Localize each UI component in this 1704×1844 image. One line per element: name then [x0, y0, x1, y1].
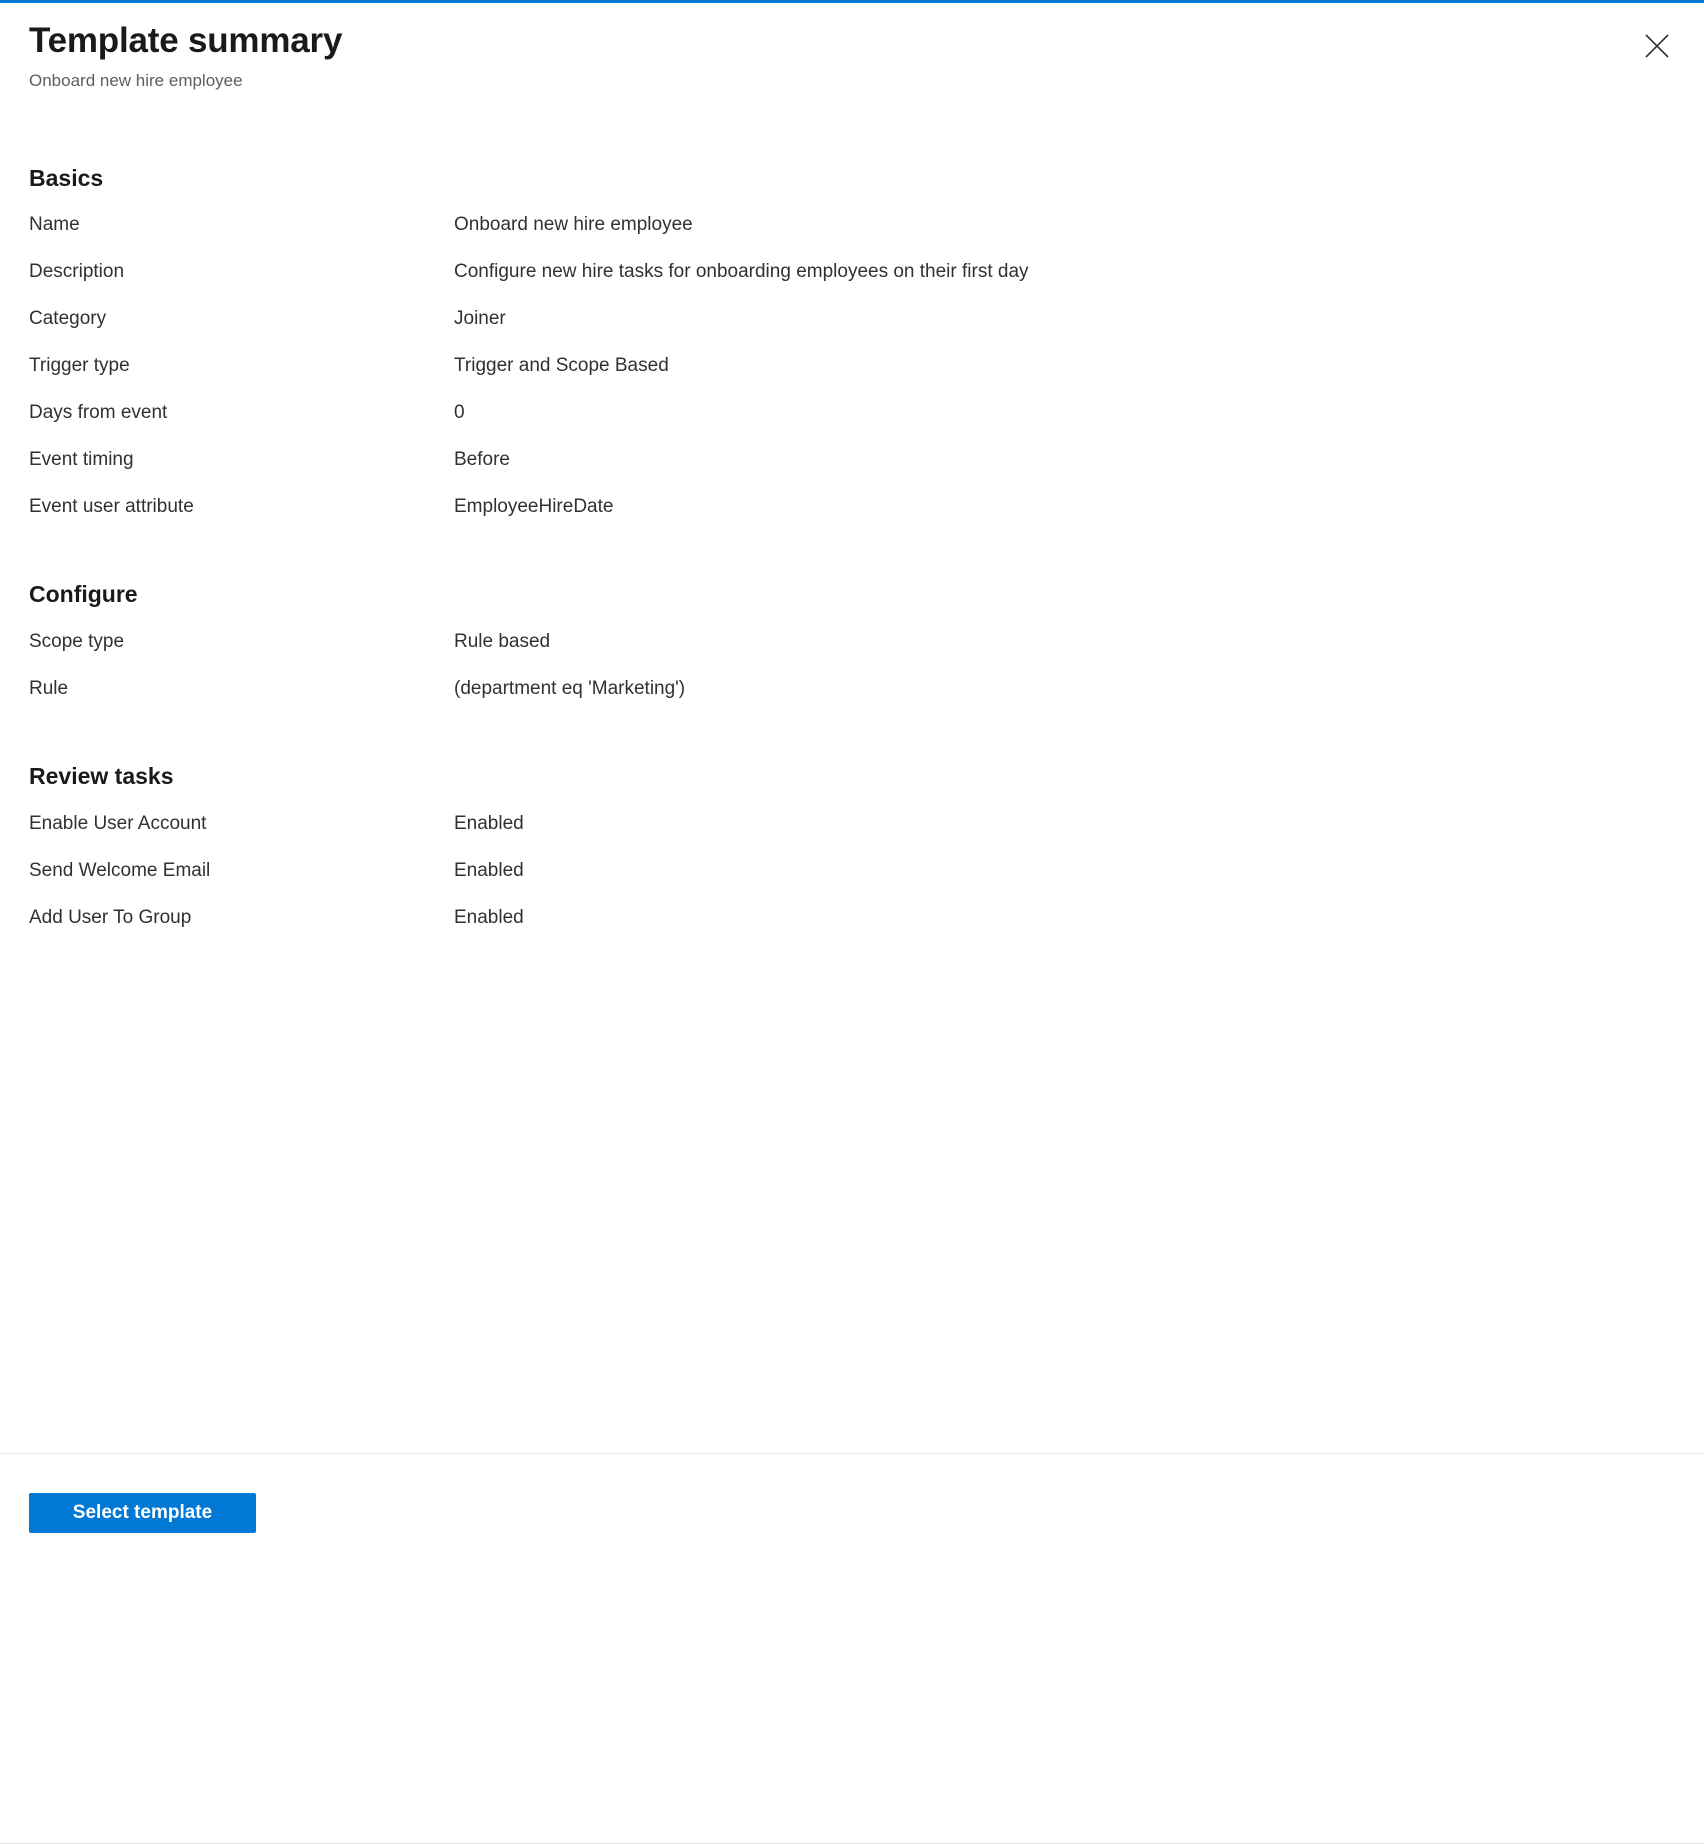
- status-badge: Enabled: [454, 860, 524, 881]
- section-heading-basics: Basics: [29, 165, 104, 191]
- panel-header: Template summary Onboard new hire employ…: [0, 3, 1704, 90]
- table-row: Add User To Group Enabled: [0, 905, 1704, 952]
- table-row: Scope type Rule based: [0, 629, 1704, 676]
- template-summary-panel: Template summary Onboard new hire employ…: [0, 3, 1704, 1453]
- panel-footer: Select template: [0, 1454, 1704, 1844]
- section-configure: Configure Scope type Rule based Rule (de…: [0, 579, 1704, 723]
- field-label: Days from event: [29, 402, 168, 423]
- table-row: Event user attribute EmployeeHireDate: [0, 494, 1704, 541]
- close-button[interactable]: [1638, 27, 1676, 65]
- field-label: Trigger type: [29, 355, 130, 376]
- status-badge: Enabled: [454, 907, 524, 928]
- field-value: EmployeeHireDate: [454, 496, 614, 517]
- field-value: Joiner: [454, 308, 506, 329]
- field-label: Event timing: [29, 449, 134, 470]
- table-row: Description Configure new hire tasks for…: [0, 259, 1704, 306]
- task-label: Send Welcome Email: [29, 860, 211, 881]
- field-label: Category: [29, 308, 107, 329]
- table-row: Days from event 0: [0, 400, 1704, 447]
- table-row: Name Onboard new hire employee: [0, 212, 1704, 259]
- field-label: Rule: [29, 678, 69, 699]
- field-value: Onboard new hire employee: [454, 214, 693, 235]
- field-value: Before: [454, 449, 510, 470]
- section-review-tasks: Review tasks Enable User Account Enabled…: [0, 761, 1704, 952]
- header-text-block: Template summary Onboard new hire employ…: [29, 19, 342, 93]
- field-label: Description: [29, 261, 125, 282]
- summary-content: Basics Name Onboard new hire employee De…: [0, 163, 1704, 952]
- close-icon: [1644, 33, 1670, 59]
- section-heading-configure: Configure: [29, 581, 138, 607]
- field-value: Trigger and Scope Based: [454, 355, 669, 376]
- table-row: Category Joiner: [0, 306, 1704, 353]
- status-badge: Enabled: [454, 813, 524, 834]
- review-tasks-list: Enable User Account Enabled Send Welcome…: [0, 811, 1704, 952]
- select-template-button[interactable]: Select template: [29, 1493, 256, 1533]
- table-row: Enable User Account Enabled: [0, 811, 1704, 858]
- section-heading-review-tasks: Review tasks: [29, 763, 174, 789]
- table-row: Send Welcome Email Enabled: [0, 858, 1704, 905]
- field-label: Scope type: [29, 631, 125, 652]
- field-value: Configure new hire tasks for onboarding …: [454, 261, 1029, 282]
- field-value: Rule based: [454, 631, 551, 652]
- task-label: Add User To Group: [29, 907, 192, 928]
- table-row: Trigger type Trigger and Scope Based: [0, 353, 1704, 400]
- field-value: 0: [454, 402, 465, 423]
- section-basics: Basics Name Onboard new hire employee De…: [0, 163, 1704, 541]
- field-label: Name: [29, 214, 80, 235]
- field-label: Event user attribute: [29, 496, 194, 517]
- table-row: Event timing Before: [0, 447, 1704, 494]
- task-label: Enable User Account: [29, 813, 207, 834]
- page-title: Template summary: [29, 21, 343, 60]
- page-subtitle: Onboard new hire employee: [29, 71, 243, 90]
- basics-field-list: Name Onboard new hire employee Descripti…: [0, 212, 1704, 541]
- field-value: (department eq 'Marketing'): [454, 678, 686, 699]
- configure-field-list: Scope type Rule based Rule (department e…: [0, 629, 1704, 723]
- table-row: Rule (department eq 'Marketing'): [0, 676, 1704, 723]
